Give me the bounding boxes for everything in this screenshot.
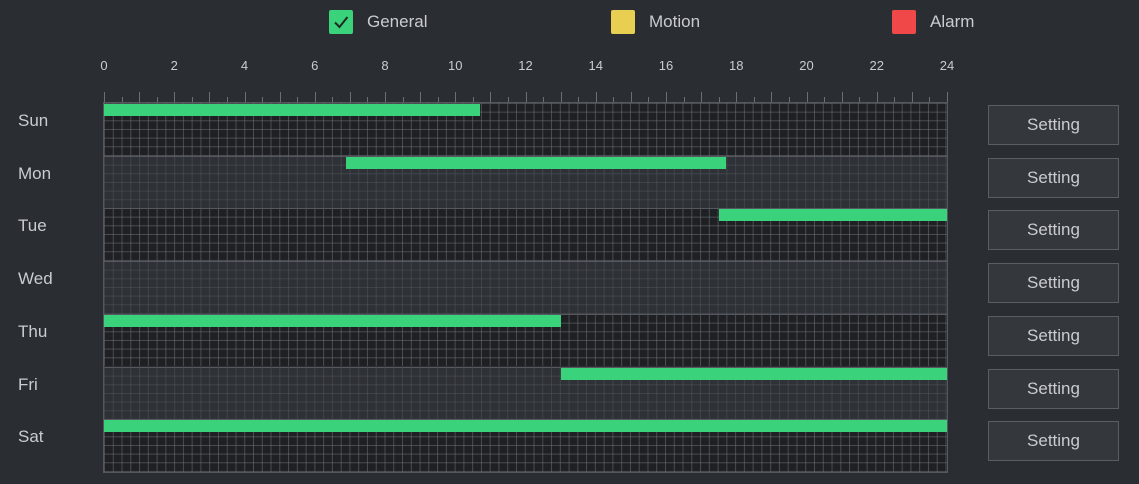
setting-button-thu[interactable]: Setting <box>988 315 1119 356</box>
hour-tick-mark <box>174 92 176 102</box>
day-label-thu: Thu <box>18 321 48 341</box>
schedule-grid[interactable] <box>103 102 948 473</box>
schedule-bar-general[interactable] <box>104 314 561 327</box>
hour-tick-mark <box>701 92 703 102</box>
day-label-wed: Wed <box>18 269 53 289</box>
setting-button-tue[interactable]: Setting <box>988 210 1119 251</box>
hour-tick-label: 2 <box>170 58 178 73</box>
hour-tick-mark <box>279 92 281 102</box>
hour-tick-mark <box>490 92 492 102</box>
hour-tick-mark <box>209 92 211 102</box>
hour-tick-mark <box>455 92 457 102</box>
hour-tick-mark <box>560 92 562 102</box>
alarm-swatch[interactable] <box>892 10 916 34</box>
row-separator <box>104 261 947 263</box>
hour-tick-label: 6 <box>311 58 319 73</box>
hour-ruler: 0 2 4 6 8 10 12 14 16 18 20 22 24 <box>0 52 1139 102</box>
day-label-mon: Mon <box>18 163 52 183</box>
setting-button-sun[interactable]: Setting <box>988 105 1119 145</box>
schedule-bar-general[interactable] <box>104 104 480 116</box>
hour-tick-label: 4 <box>240 58 249 73</box>
hour-tick-mark <box>104 92 105 102</box>
hour-tick-mark <box>947 92 948 102</box>
hour-tick-label: 24 <box>939 58 955 73</box>
hour-tick-label: 22 <box>869 58 884 73</box>
schedule-bar-general[interactable] <box>104 420 947 433</box>
day-label-sun: Sun <box>18 111 49 130</box>
motion-swatch[interactable] <box>611 10 635 34</box>
hour-tick-label: 16 <box>658 58 674 73</box>
hour-tick-label: 12 <box>518 58 533 73</box>
hour-tick-mark <box>771 92 773 102</box>
day-label-fri: Fri <box>18 374 38 394</box>
hour-tick-mark <box>314 92 316 102</box>
hour-tick-mark <box>666 92 667 102</box>
hour-tick-label: 20 <box>799 58 814 73</box>
setting-button-fri[interactable]: Setting <box>988 368 1119 409</box>
schedule-bar-general[interactable] <box>718 209 947 222</box>
legend-label-motion: Motion <box>649 12 701 31</box>
hour-tick-label: 8 <box>381 58 389 73</box>
general-swatch-checkbox[interactable] <box>329 10 353 34</box>
setting-button-mon[interactable]: Setting <box>988 157 1119 198</box>
day-row-wed[interactable] <box>104 261 947 314</box>
hour-tick-mark <box>595 92 597 102</box>
legend-motion[interactable]: Motion <box>611 10 700 34</box>
hour-tick-mark <box>736 92 738 102</box>
hour-tick-label: 0 <box>100 58 108 73</box>
setting-button-sat[interactable]: Setting <box>988 421 1119 462</box>
hour-tick-mark <box>525 92 527 102</box>
check-icon <box>334 16 349 29</box>
schedule-legend: General Motion Alarm <box>0 8 1139 38</box>
hour-tick-mark <box>841 92 843 102</box>
hour-tick-mark <box>385 92 386 102</box>
hour-tick-mark <box>911 92 913 102</box>
hour-tick-mark <box>349 92 351 102</box>
setting-button-wed[interactable]: Setting <box>988 263 1119 304</box>
day-label-tue: Tue <box>18 216 47 236</box>
hour-tick-mark <box>876 92 878 102</box>
hour-tick-label: 14 <box>588 58 603 73</box>
hour-tick-mark <box>420 92 422 102</box>
schedule-bar-general[interactable] <box>346 156 726 169</box>
legend-alarm[interactable]: Alarm <box>892 10 974 34</box>
hour-tick-label: 10 <box>448 58 463 73</box>
legend-label-general: General <box>367 12 428 31</box>
day-label-sat: Sat <box>18 427 44 447</box>
hour-tick-mark <box>806 92 808 102</box>
hour-tick-mark <box>139 92 141 102</box>
legend-label-alarm: Alarm <box>930 12 975 31</box>
hour-tick-mark <box>630 92 632 102</box>
hour-tick-label: 18 <box>729 58 744 73</box>
hour-tick-mark <box>244 92 246 102</box>
schedule-bar-general[interactable] <box>560 367 947 380</box>
legend-general[interactable]: General <box>329 10 427 34</box>
